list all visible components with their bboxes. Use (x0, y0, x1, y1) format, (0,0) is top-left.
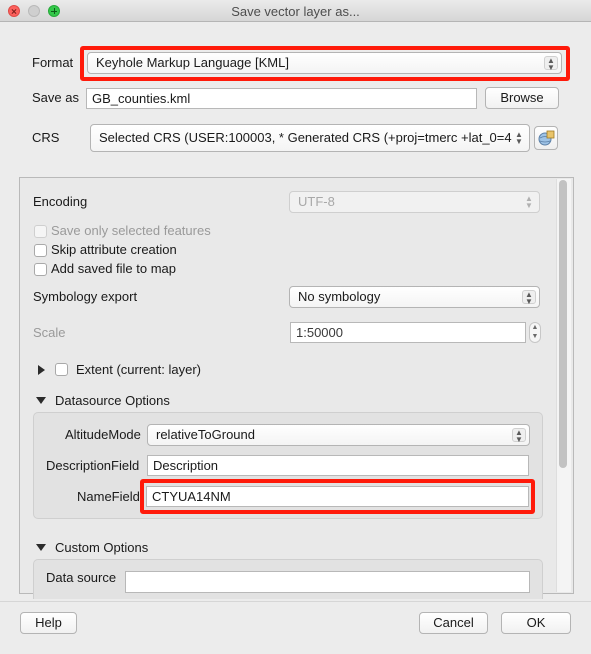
chevron-updown-icon: ▲ ▼ (515, 130, 523, 146)
crs-selector-button[interactable] (534, 126, 558, 150)
encoding-value: UTF-8 (298, 194, 335, 209)
save-as-label: Save as (32, 90, 79, 105)
scale-label: Scale (33, 325, 66, 340)
format-label: Format (32, 55, 74, 70)
format-select[interactable]: Keyhole Markup Language [KML] ▲ ▼ (87, 52, 562, 74)
cancel-button[interactable]: Cancel (419, 612, 488, 634)
name-field-label: NameField (77, 489, 140, 504)
save-as-input[interactable]: GB_counties.kml (86, 88, 477, 109)
encoding-select: UTF-8 ▲ ▼ (289, 191, 540, 213)
collapse-arrow-icon[interactable] (36, 397, 46, 404)
crs-label: CRS (32, 130, 60, 145)
help-button[interactable]: Help (20, 612, 77, 634)
altitude-mode-select[interactable]: relativeToGround ▲ ▼ (147, 424, 530, 446)
save-selected-label: Save only selected features (51, 223, 211, 238)
data-source-label: Data source (46, 570, 117, 585)
collapse-arrow-icon[interactable] (36, 544, 46, 551)
save-selected-checkbox (34, 225, 47, 238)
description-field-input[interactable]: Description (147, 455, 529, 476)
custom-options-title[interactable]: Custom Options (55, 540, 148, 555)
crs-value: Selected CRS (USER:100003, * Generated C… (99, 130, 512, 145)
scrollbar-thumb[interactable] (559, 180, 567, 468)
footer-separator (0, 601, 591, 602)
scale-input[interactable]: 1:50000 (290, 322, 526, 343)
globe-icon (538, 130, 555, 146)
add-saved-label[interactable]: Add saved file to map (51, 261, 176, 276)
skip-attribute-checkbox[interactable] (34, 244, 47, 257)
skip-attribute-label[interactable]: Skip attribute creation (51, 242, 177, 257)
window-title: Save vector layer as... (231, 4, 360, 19)
extent-checkbox[interactable] (55, 363, 68, 376)
options-scroll-area[interactable] (19, 177, 574, 594)
chevron-updown-icon: ▲ ▼ (525, 194, 533, 210)
chevron-updown-icon: ▲ ▼ (522, 290, 536, 306)
extent-label[interactable]: Extent (current: layer) (76, 362, 201, 377)
scale-stepper[interactable]: ▲ ▼ (529, 322, 541, 343)
data-source-input[interactable] (125, 571, 530, 593)
encoding-label: Encoding (33, 194, 88, 209)
name-field-input[interactable]: CTYUA14NM (146, 486, 529, 507)
browse-button[interactable]: Browse (485, 87, 559, 109)
crs-select[interactable]: Selected CRS (USER:100003, * Generated C… (90, 124, 530, 152)
description-field-label: DescriptionField (46, 458, 140, 473)
expand-arrow-icon[interactable] (38, 365, 45, 375)
ok-button[interactable]: OK (501, 612, 571, 634)
add-saved-checkbox[interactable] (34, 263, 47, 276)
datasource-options-title[interactable]: Datasource Options (55, 393, 170, 408)
format-value: Keyhole Markup Language [KML] (96, 55, 289, 70)
symbology-select[interactable]: No symbology ▲ ▼ (289, 286, 540, 308)
altitude-mode-value: relativeToGround (156, 427, 255, 442)
symbology-label: Symbology export (33, 289, 138, 304)
symbology-value: No symbology (298, 289, 381, 304)
altitude-mode-label: AltitudeMode (65, 427, 141, 442)
chevron-updown-icon: ▲ ▼ (544, 56, 558, 72)
chevron-updown-icon: ▲ ▼ (512, 428, 526, 444)
